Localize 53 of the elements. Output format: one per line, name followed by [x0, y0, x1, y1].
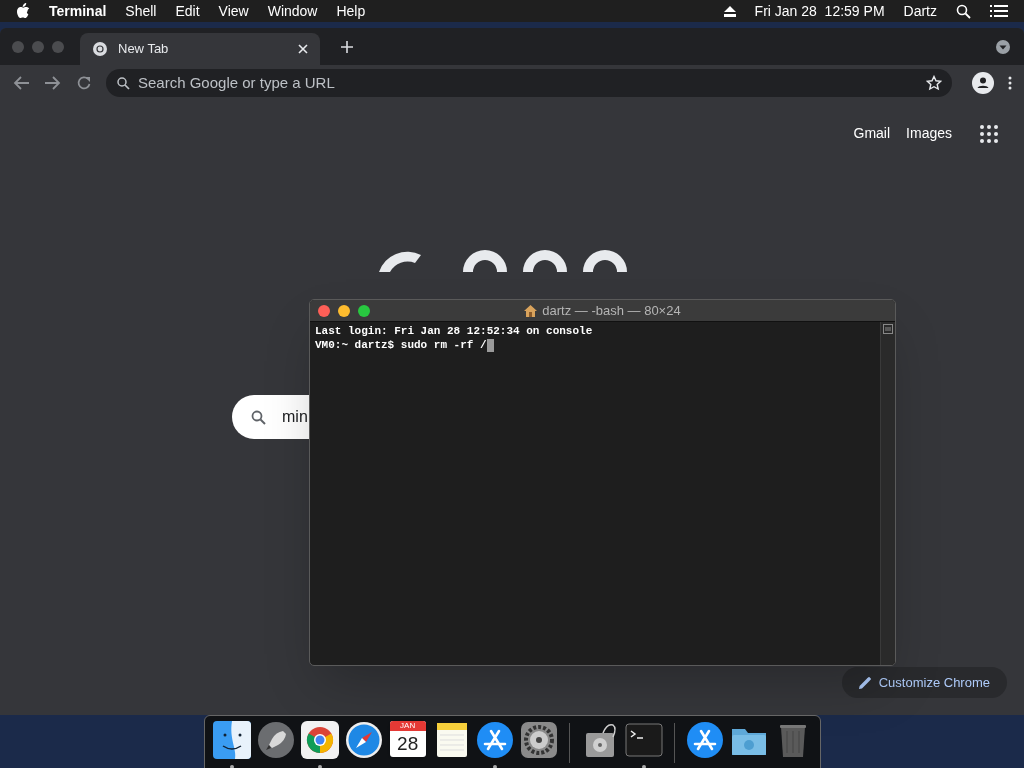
- address-bar[interactable]: Search Google or type a URL: [106, 68, 952, 97]
- menu-item[interactable]: Help: [336, 0, 366, 22]
- calendar-icon[interactable]: JAN 28: [389, 721, 426, 757]
- split-icon[interactable]: [883, 324, 893, 334]
- menu-item[interactable]: Terminal: [49, 0, 107, 22]
- dropdown-icon[interactable]: [996, 39, 1010, 54]
- apple-icon[interactable]: [16, 3, 30, 19]
- menu-item[interactable]: Shell: [125, 0, 157, 22]
- more-icon[interactable]: [1008, 75, 1012, 90]
- pencil-icon: [858, 676, 871, 689]
- browser-tab[interactable]: New Tab: [80, 33, 320, 65]
- menu-item[interactable]: View: [218, 0, 249, 22]
- menu-icon[interactable]: [990, 5, 1008, 17]
- back-icon[interactable]: [12, 74, 30, 91]
- close-icon[interactable]: [298, 44, 308, 54]
- profile-icon[interactable]: [972, 71, 994, 94]
- search-icon: [251, 409, 266, 425]
- forward-icon[interactable]: [44, 74, 62, 91]
- app-store-icon[interactable]: [476, 721, 515, 759]
- calendar-month: JAN: [389, 721, 426, 731]
- calendar-day: 28: [389, 731, 426, 756]
- terminal-line: Last login: Fri Jan 28 12:52:34 on console: [315, 324, 593, 338]
- menu-clock[interactable]: Fri Jan 28 12:59 PM: [754, 0, 885, 22]
- customize-chrome-button[interactable]: Customize Chrome: [841, 667, 1007, 698]
- header-link[interactable]: Gmail: [853, 123, 891, 144]
- scrollbar[interactable]: [880, 322, 895, 665]
- gear-icon[interactable]: [520, 721, 559, 759]
- new-tab-icon[interactable]: [340, 39, 354, 54]
- terminal-line: VM0:~ dartz$ sudo rm -rf /: [315, 338, 487, 352]
- window-title: dartz — -bash — 80×24: [542, 302, 681, 321]
- star-icon[interactable]: [926, 74, 942, 91]
- rocket-icon[interactable]: [256, 721, 295, 759]
- terminal-icon[interactable]: [625, 721, 664, 759]
- eject-icon[interactable]: [723, 5, 736, 17]
- minimize-button[interactable]: [338, 304, 350, 317]
- header-link[interactable]: Images: [906, 123, 952, 144]
- search-icon[interactable]: [956, 3, 971, 19]
- apps-grid-icon[interactable]: [980, 124, 998, 143]
- close-button[interactable]: [318, 304, 330, 317]
- app-store-icon[interactable]: [686, 721, 725, 759]
- user-name[interactable]: Dartz: [903, 0, 937, 22]
- chrome-icon: [92, 41, 108, 57]
- cursor: [486, 338, 494, 352]
- menu-item[interactable]: Window: [267, 0, 318, 22]
- chrome-icon[interactable]: [300, 721, 339, 759]
- reload-icon[interactable]: [76, 74, 92, 91]
- zoom-button[interactable]: [358, 304, 370, 317]
- face-icon[interactable]: [212, 721, 251, 759]
- menu-item[interactable]: Edit: [175, 0, 200, 22]
- compass-icon[interactable]: [344, 721, 383, 759]
- search-box[interactable]: min: [232, 395, 310, 439]
- house-icon: [524, 305, 538, 317]
- search-icon: [117, 76, 130, 90]
